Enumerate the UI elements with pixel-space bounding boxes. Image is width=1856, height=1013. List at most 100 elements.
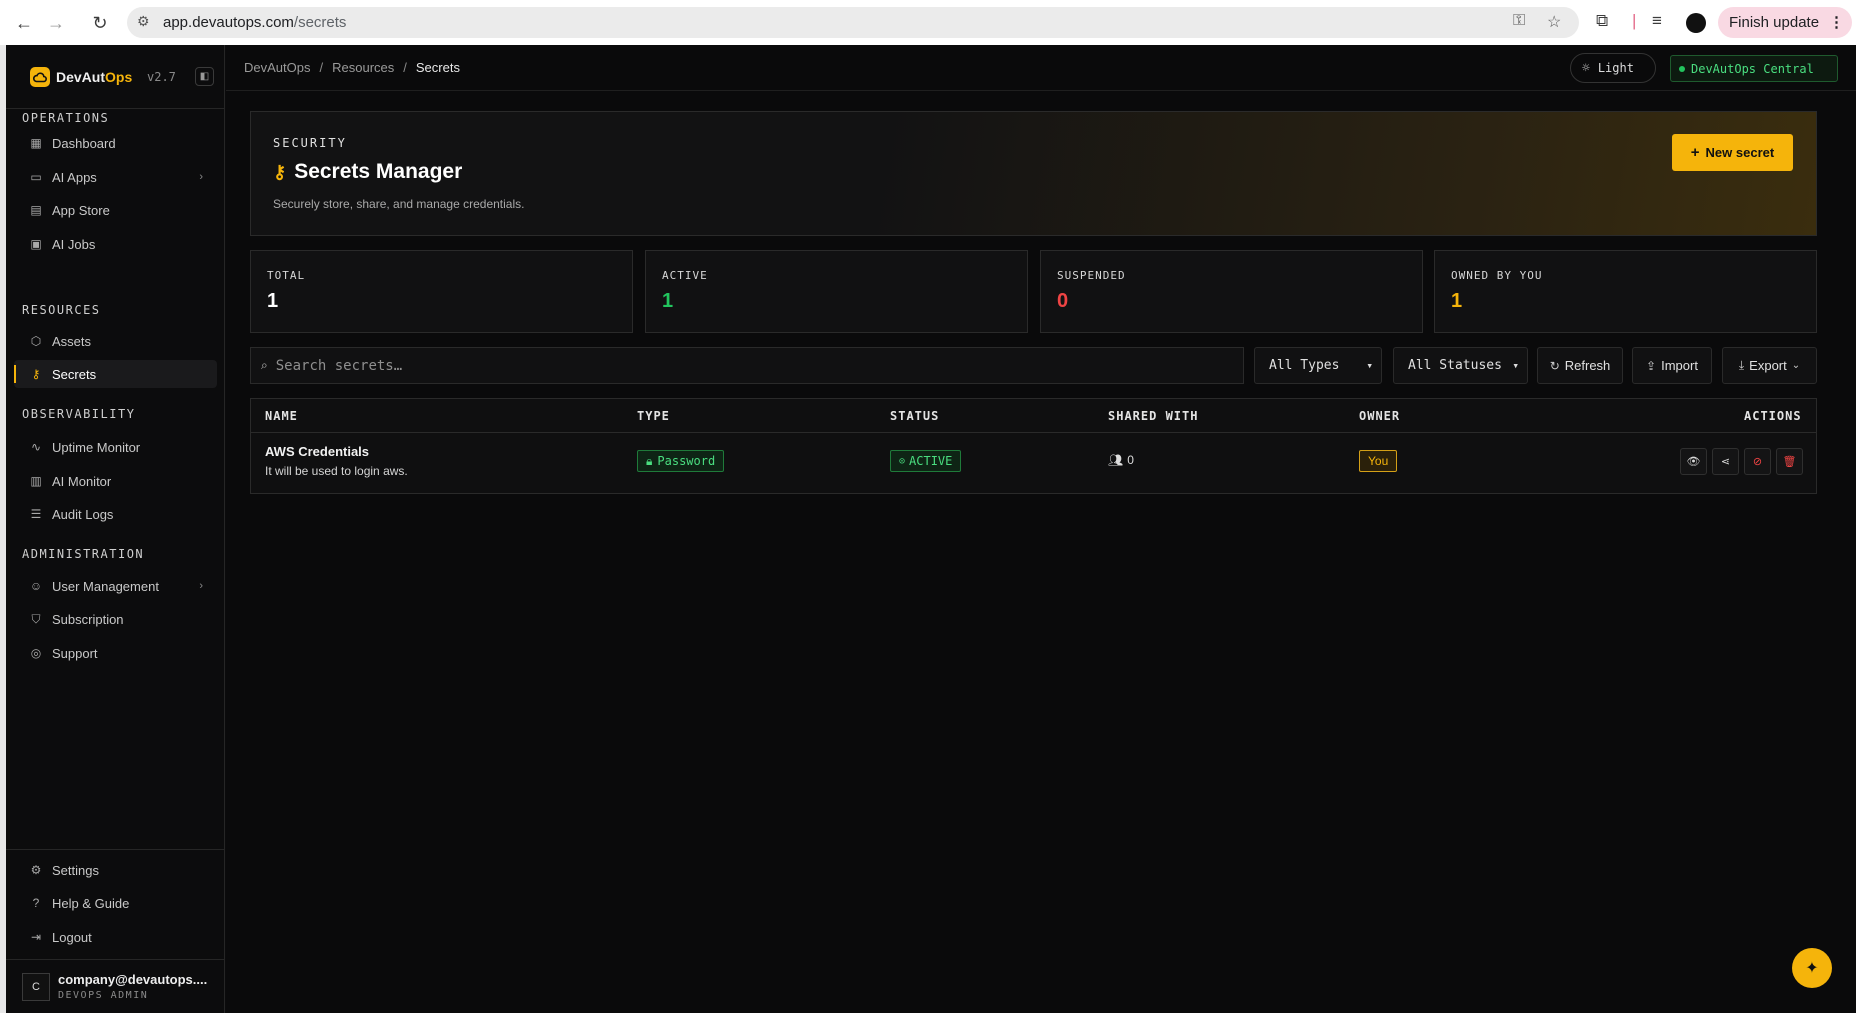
finish-update-button[interactable]: Finish update ⋮ bbox=[1718, 7, 1852, 38]
table-header: NAME TYPE STATUS SHARED WITH OWNER ACTIO… bbox=[251, 399, 1816, 433]
sidebar-item-assets[interactable]: ⬡ Assets bbox=[14, 327, 217, 355]
sidebar-item-dashboard[interactable]: ▦ Dashboard bbox=[14, 129, 217, 157]
delete-button[interactable]: 🗑︎ bbox=[1776, 448, 1803, 475]
sidebar-item-secrets[interactable]: ⚷ Secrets bbox=[14, 360, 217, 388]
collapse-sidebar-icon[interactable]: ◧ bbox=[195, 67, 214, 86]
type-filter-select[interactable]: All Types ▾ bbox=[1254, 347, 1382, 384]
chevron-right-icon: › bbox=[199, 171, 203, 183]
section-observability: OBSERVABILITY bbox=[22, 407, 136, 421]
bar-chart-icon: ▥ bbox=[30, 474, 42, 488]
breadcrumb-resources[interactable]: Resources bbox=[332, 60, 394, 75]
scroll-icon: ☰ bbox=[30, 507, 42, 521]
column-header-shared[interactable]: SHARED WITH bbox=[1108, 409, 1198, 423]
assistant-fab-button[interactable]: ✦ bbox=[1792, 948, 1832, 988]
sidebar-item-logout[interactable]: ⇥ Logout bbox=[14, 923, 217, 951]
sidebar-item-help[interactable]: ? Help & Guide bbox=[14, 889, 217, 917]
address-bar[interactable]: ⚙ app.devautops.com/secrets ⚿ ☆ bbox=[127, 7, 1579, 38]
page-title: ⚷ Secrets Manager bbox=[273, 160, 463, 183]
sidebar-item-audit-logs[interactable]: ☰ Audit Logs bbox=[14, 500, 217, 528]
sidebar-item-app-store[interactable]: ▤ App Store bbox=[14, 196, 217, 224]
column-header-actions: ACTIONS bbox=[1744, 409, 1802, 423]
chevron-right-icon: › bbox=[199, 580, 203, 592]
suspend-button[interactable]: ⊘ bbox=[1744, 448, 1771, 475]
sidebar-item-ai-monitor[interactable]: ▥ AI Monitor bbox=[14, 467, 217, 495]
bookmark-star-icon[interactable]: ☆ bbox=[1547, 12, 1561, 32]
sidebar-item-user-management[interactable]: ☺ User Management › bbox=[14, 572, 217, 600]
refresh-button[interactable]: ↻ Refresh bbox=[1537, 347, 1623, 384]
search-box[interactable]: ⌕ bbox=[250, 347, 1244, 384]
stat-card-total: TOTAL 1 bbox=[250, 250, 633, 333]
import-button[interactable]: ⇪ Import bbox=[1632, 347, 1712, 384]
divider bbox=[6, 959, 225, 960]
stat-value: 1 bbox=[1451, 290, 1463, 312]
type-badge: 🔒︎ Password bbox=[637, 450, 725, 472]
sidebar-item-settings[interactable]: ⚙ Settings bbox=[14, 856, 217, 884]
secret-name[interactable]: AWS Credentials bbox=[265, 444, 369, 459]
upload-icon: ⇪ bbox=[1646, 358, 1657, 373]
lifebuoy-icon: ◎ bbox=[30, 646, 42, 660]
forward-icon[interactable]: → bbox=[43, 10, 69, 36]
sparkle-icon: ✦ bbox=[1805, 960, 1819, 977]
view-button[interactable]: 👁︎ bbox=[1680, 448, 1707, 475]
sidebar-item-subscription[interactable]: ⛉ Subscription bbox=[14, 605, 217, 633]
password-key-icon[interactable]: ⚿ bbox=[1513, 12, 1525, 30]
secret-description: It will be used to login aws. bbox=[265, 464, 408, 478]
breadcrumb-devautops[interactable]: DevAutOps bbox=[244, 60, 310, 75]
search-icon: ⌕ bbox=[261, 358, 268, 372]
profile-avatar[interactable] bbox=[1686, 13, 1706, 33]
stat-card-active: ACTIVE 1 bbox=[645, 250, 1028, 333]
site-info-icon[interactable]: ⚙ bbox=[137, 13, 150, 30]
ban-icon: ⊘ bbox=[1752, 456, 1763, 468]
breadcrumb-separator: / bbox=[319, 60, 324, 75]
sun-icon: ☼ bbox=[1582, 60, 1590, 76]
reload-icon[interactable]: ↻ bbox=[87, 10, 113, 36]
separator-icon: | bbox=[1632, 11, 1637, 30]
section-resources: RESOURCES bbox=[22, 303, 101, 317]
url-text: app.devautops.com/secrets bbox=[163, 14, 347, 31]
media-queue-icon[interactable]: ≡ bbox=[1652, 11, 1662, 31]
cube-icon: ⬡ bbox=[30, 334, 42, 348]
owner-badge: You bbox=[1359, 450, 1398, 472]
column-header-name[interactable]: NAME bbox=[265, 409, 298, 423]
stat-card-owned: OWNED BY YOU 1 bbox=[1434, 250, 1817, 333]
status-filter-select[interactable]: All Statuses ▾ bbox=[1393, 347, 1528, 384]
brand-logo[interactable]: DevAutOps bbox=[30, 67, 132, 87]
page-eyebrow: SECURITY bbox=[273, 136, 347, 150]
extensions-icon[interactable]: ⧉ bbox=[1596, 11, 1608, 31]
main-content: DevAutOps / Resources / Secrets ☼ Light D… bbox=[226, 45, 1856, 1013]
search-input[interactable] bbox=[275, 357, 1226, 374]
brand-name: DevAutOps bbox=[56, 69, 133, 85]
sidebar-item-uptime-monitor[interactable]: ∿ Uptime Monitor bbox=[14, 433, 217, 461]
shield-icon: ⛉ bbox=[31, 611, 41, 626]
column-header-type[interactable]: TYPE bbox=[637, 409, 670, 423]
section-operations: OPERATIONS bbox=[22, 111, 110, 125]
export-button[interactable]: ⤓ Export ⌄ bbox=[1722, 347, 1817, 384]
section-administration: ADMINISTRATION bbox=[22, 547, 145, 561]
version-label: v2.7 bbox=[147, 70, 176, 84]
divider bbox=[6, 108, 225, 109]
environment-badge[interactable]: DevAutOps Central bbox=[1670, 55, 1838, 82]
activity-icon: ∿ bbox=[30, 440, 42, 454]
share-button[interactable]: ⋖ bbox=[1712, 448, 1739, 475]
plus-icon: + bbox=[1690, 144, 1700, 161]
avatar[interactable]: C bbox=[22, 973, 50, 1001]
theme-toggle-button[interactable]: ☼ Light bbox=[1570, 53, 1656, 83]
stat-value: 1 bbox=[267, 290, 279, 312]
table-row[interactable]: AWS Credentials It will be used to login… bbox=[251, 433, 1816, 493]
menu-dots-icon[interactable]: ⋮ bbox=[1829, 7, 1844, 38]
chevron-down-icon: ▾ bbox=[1366, 359, 1373, 372]
window-icon: ▭ bbox=[30, 170, 42, 184]
lock-icon: 🔒︎ bbox=[646, 453, 653, 468]
sidebar-item-ai-jobs[interactable]: ▣ AI Jobs bbox=[14, 230, 217, 258]
column-header-status[interactable]: STATUS bbox=[890, 409, 939, 423]
grid-icon: ▦ bbox=[30, 136, 42, 150]
status-badge: ⊙ ACTIVE bbox=[890, 450, 962, 472]
back-icon[interactable]: ← bbox=[11, 10, 37, 36]
new-secret-button[interactable]: + New secret bbox=[1672, 134, 1793, 171]
sidebar-item-ai-apps[interactable]: ▭ AI Apps › bbox=[14, 163, 217, 191]
chevron-down-icon: ▾ bbox=[1512, 359, 1519, 372]
breadcrumb: DevAutOps / Resources / Secrets bbox=[244, 60, 460, 75]
column-header-owner[interactable]: OWNER bbox=[1359, 409, 1400, 423]
sidebar-item-support[interactable]: ◎ Support bbox=[14, 639, 217, 667]
cloud-logo-icon bbox=[30, 67, 50, 87]
